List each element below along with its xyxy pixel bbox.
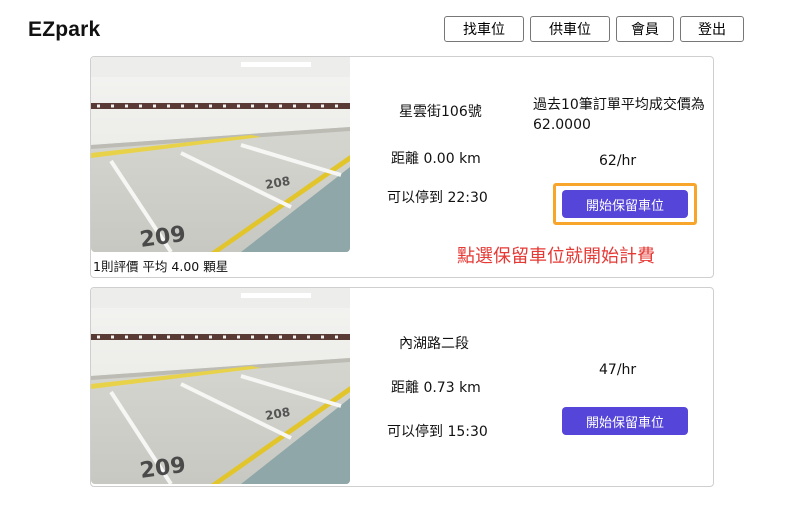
- parking-space-photo: 209 208: [91, 288, 350, 484]
- listing-address: 內湖路二段: [399, 336, 469, 352]
- listing-distance: 距離 0.73 km: [391, 380, 481, 396]
- listing-price: 47/hr: [599, 362, 637, 378]
- app-logo: EZpark: [28, 18, 101, 41]
- rating-summary: 1則評價 平均 4.00 顆星: [93, 259, 229, 274]
- svg-text:209: 209: [138, 222, 187, 252]
- provide-parking-button[interactable]: 供車位: [530, 16, 610, 42]
- find-parking-button[interactable]: 找車位: [444, 16, 524, 42]
- listing-available-until: 可以停到 22:30: [387, 190, 488, 206]
- reserve-parking-button[interactable]: 開始保留車位: [562, 407, 688, 435]
- member-button[interactable]: 會員: [616, 16, 674, 42]
- listing-address: 星雲街106號: [399, 104, 482, 120]
- average-price-note: 過去10筆訂單平均成交價為62.0000: [533, 97, 705, 133]
- listing-available-until: 可以停到 15:30: [387, 424, 488, 440]
- parking-listing-card: 209 208 內湖路二段 距離 0.73 km 可以停到 15:30 47/h…: [90, 287, 714, 487]
- parking-listing-card: 209 208 1則評價 平均 4.00 顆星 星雲街106號 距離 0.00 …: [90, 56, 714, 278]
- listing-distance: 距離 0.00 km: [391, 151, 481, 167]
- billing-hint: 點選保留車位就開始計費: [457, 246, 655, 267]
- reserve-parking-button[interactable]: 開始保留車位: [562, 190, 688, 218]
- top-nav: 找車位 供車位 會員 登出: [444, 16, 744, 42]
- logout-button[interactable]: 登出: [680, 16, 744, 42]
- parking-space-photo: 209 208: [91, 57, 350, 252]
- listing-price: 62/hr: [599, 153, 637, 169]
